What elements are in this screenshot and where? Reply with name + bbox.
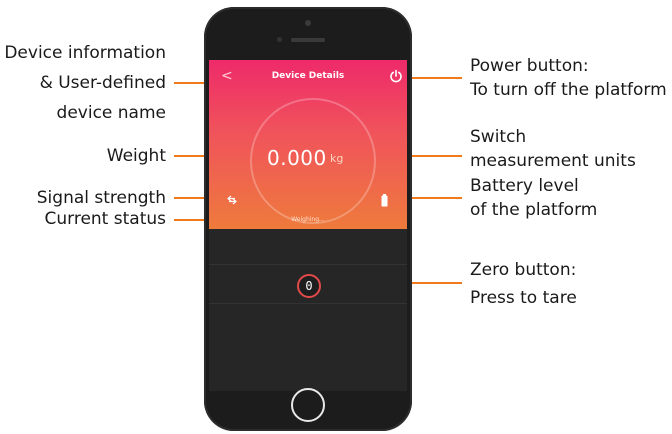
zero-button-label: 0 xyxy=(305,279,313,293)
signal-icon xyxy=(227,195,237,205)
annotation-units: Switch measurement units xyxy=(470,127,636,171)
zero-button[interactable]: 0 xyxy=(297,274,321,298)
annotation-device-info: Device information & User-defined device… xyxy=(4,43,166,123)
annotation-weight: Weight xyxy=(106,146,166,166)
unit-switch[interactable]: kg xyxy=(330,152,343,166)
front-camera xyxy=(277,37,282,42)
annotation-battery: Battery level of the platform xyxy=(470,176,598,220)
app-screen: < Device Details 0.000 kg Weighing... 0 xyxy=(209,60,407,391)
device-details-header: < Device Details 0.000 kg Weighing... xyxy=(209,60,407,229)
home-button[interactable] xyxy=(291,388,325,422)
earpiece xyxy=(291,38,325,42)
weight-readout: 0.000 xyxy=(267,146,327,170)
annotation-status: Current status xyxy=(44,209,167,229)
nav-bar: < Device Details xyxy=(209,66,407,88)
divider xyxy=(209,303,407,304)
battery-icon xyxy=(381,194,388,207)
camera-dot xyxy=(305,20,311,26)
phone-frame: < Device Details 0.000 kg Weighing... 0 xyxy=(204,7,412,431)
page-title[interactable]: Device Details xyxy=(209,70,407,82)
power-icon[interactable] xyxy=(389,69,403,83)
annotation-power: Power button: To turn off the platform xyxy=(470,56,667,100)
annotation-zero: Zero button: Press to tare xyxy=(470,260,577,308)
divider xyxy=(209,264,407,265)
status-text: Weighing... xyxy=(291,216,325,223)
